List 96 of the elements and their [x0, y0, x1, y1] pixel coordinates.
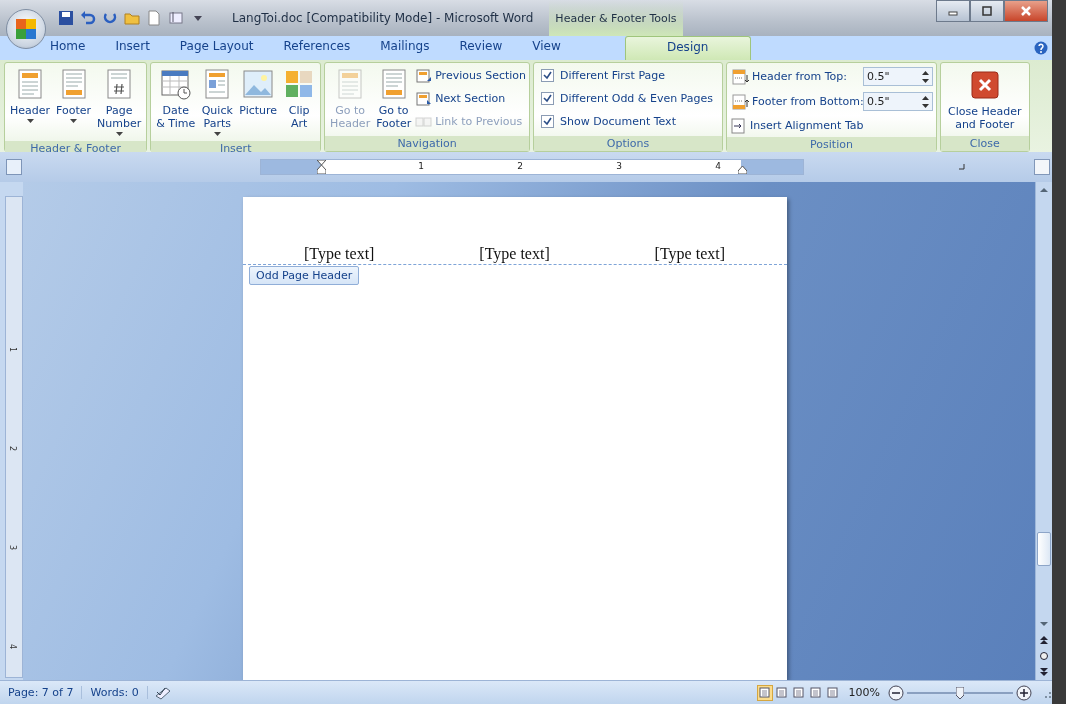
ruler-number: 2 — [517, 161, 523, 171]
header-placeholder[interactable]: [Type text] — [479, 245, 550, 263]
document-icon[interactable] — [146, 10, 162, 26]
spinner-label: Header from Top: — [752, 70, 848, 83]
ribbon-tab[interactable]: Mailings — [380, 36, 430, 60]
checkbox-label: Different First Page — [560, 69, 665, 82]
page-count[interactable]: Page: 7 of 7 — [0, 686, 83, 699]
close-icon — [1020, 5, 1032, 17]
close-header-button[interactable]: Close Header and Footer — [944, 65, 1026, 134]
view-button[interactable] — [824, 684, 841, 701]
ruler-number: 3 — [8, 544, 18, 551]
spinner-field[interactable]: 0.5" — [863, 92, 933, 111]
checkbox[interactable] — [541, 69, 555, 82]
ribbon-button[interactable]: Page Number — [95, 65, 144, 139]
close-button[interactable] — [1004, 0, 1048, 22]
down-arrow-icon[interactable] — [1039, 619, 1049, 629]
picture-icon — [242, 68, 275, 100]
view-button[interactable] — [773, 684, 790, 701]
up-arrow-icon[interactable] — [1039, 185, 1049, 195]
vertical-scrollbar[interactable] — [1035, 182, 1052, 680]
checkbox[interactable] — [541, 92, 555, 105]
previous-page-icon[interactable] — [1039, 635, 1049, 645]
ruler-number: 1 — [8, 346, 18, 353]
office-logo-icon — [14, 17, 38, 41]
ribbon-tab[interactable]: Insert — [115, 36, 150, 60]
proofing-icon[interactable] — [153, 685, 172, 700]
calendar-icon — [159, 68, 192, 100]
alignment-tab-icon — [730, 117, 747, 134]
attach-icon[interactable] — [168, 10, 184, 26]
ruler-number: 4 — [715, 161, 721, 171]
header-position-icon — [732, 68, 749, 85]
minimize-button[interactable] — [936, 0, 970, 22]
ribbon-button[interactable]: Insert Alignment Tab — [730, 116, 933, 135]
checkbox[interactable] — [541, 115, 555, 128]
ribbon-tab[interactable]: Home — [50, 36, 86, 60]
ribbon-button[interactable]: Previous Section — [415, 66, 527, 85]
group-label: Close — [941, 136, 1029, 151]
header-placeholder[interactable]: [Type text] — [304, 245, 375, 263]
scroll-thumb[interactable] — [1037, 532, 1051, 566]
next-section-icon — [415, 90, 433, 107]
ribbon-button[interactable]: Header — [8, 65, 53, 139]
checkbox-label: Show Document Text — [560, 115, 676, 128]
ribbon-button[interactable]: Picture — [237, 65, 280, 139]
ribbon-button[interactable]: Go to Footer — [374, 65, 414, 134]
view-button[interactable] — [807, 684, 824, 701]
view-button[interactable] — [756, 684, 773, 701]
browse-object-icon[interactable] — [1039, 651, 1049, 661]
ruler-number: 4 — [8, 643, 18, 650]
footer-position-icon — [732, 93, 749, 110]
caret-icon — [115, 132, 123, 136]
undo-icon[interactable] — [80, 10, 96, 26]
caret-icon — [26, 119, 34, 123]
maximize-button[interactable] — [970, 0, 1004, 22]
ruler-number: 3 — [616, 161, 622, 171]
tab-selector[interactable] — [6, 159, 22, 175]
slider-thumb[interactable] — [956, 686, 964, 699]
group-label: Position — [727, 137, 936, 152]
indent-marker[interactable] — [317, 160, 326, 174]
ribbon-tab[interactable]: Page Layout — [179, 36, 254, 60]
ribbon-button[interactable]: Quick Parts — [199, 65, 236, 139]
ribbon-tab[interactable]: References — [283, 36, 351, 60]
spin-arrows-icon[interactable] — [922, 94, 929, 109]
ribbon-button[interactable]: Footer — [54, 65, 94, 139]
ribbon-tab[interactable]: Design — [624, 36, 751, 60]
caret-icon — [70, 119, 78, 123]
ribbon-tab[interactable]: View — [532, 36, 561, 60]
window-title: LangToi.doc [Compatibility Mode] - Microsoft Word — [232, 11, 534, 25]
ribbon-button[interactable]: Clip Art — [281, 65, 318, 139]
close-icon — [970, 71, 999, 99]
caret-icon — [213, 132, 221, 136]
tab-stop-icon — [959, 164, 965, 170]
header-placeholder[interactable]: [Type text] — [654, 245, 725, 263]
ribbon-tab[interactable]: Review — [459, 36, 503, 60]
group-label: Options — [534, 136, 722, 151]
ribbon-button[interactable]: Date & Time — [154, 65, 198, 139]
contextual-tab-group: Header & Footer Tools — [549, 0, 683, 36]
view-ruler-button[interactable] — [1034, 159, 1050, 175]
next-page-icon[interactable] — [1039, 667, 1049, 677]
zoom-in-icon[interactable] — [1016, 684, 1032, 701]
spinner-field[interactable]: 0.5" — [863, 67, 933, 86]
word-count[interactable]: Words: 0 — [82, 686, 148, 699]
ribbon-button[interactable]: Next Section — [415, 89, 527, 108]
checkbox-label: Different Odd & Even Pages — [560, 92, 713, 105]
spin-arrows-icon[interactable] — [922, 69, 929, 84]
zoom-out-icon[interactable] — [888, 684, 904, 701]
office-button[interactable] — [6, 9, 46, 49]
ruler-number: 1 — [418, 161, 424, 171]
view-button[interactable] — [790, 684, 807, 701]
group-label: Navigation — [325, 136, 530, 151]
previous-section-icon — [415, 67, 433, 84]
help-icon[interactable] — [1034, 41, 1048, 55]
ruler-number: 2 — [8, 445, 18, 452]
zoom-level[interactable]: 100% — [848, 686, 880, 699]
maximize-icon — [981, 5, 993, 17]
save-icon[interactable] — [58, 10, 74, 26]
header-label: Odd Page Header — [249, 266, 360, 285]
